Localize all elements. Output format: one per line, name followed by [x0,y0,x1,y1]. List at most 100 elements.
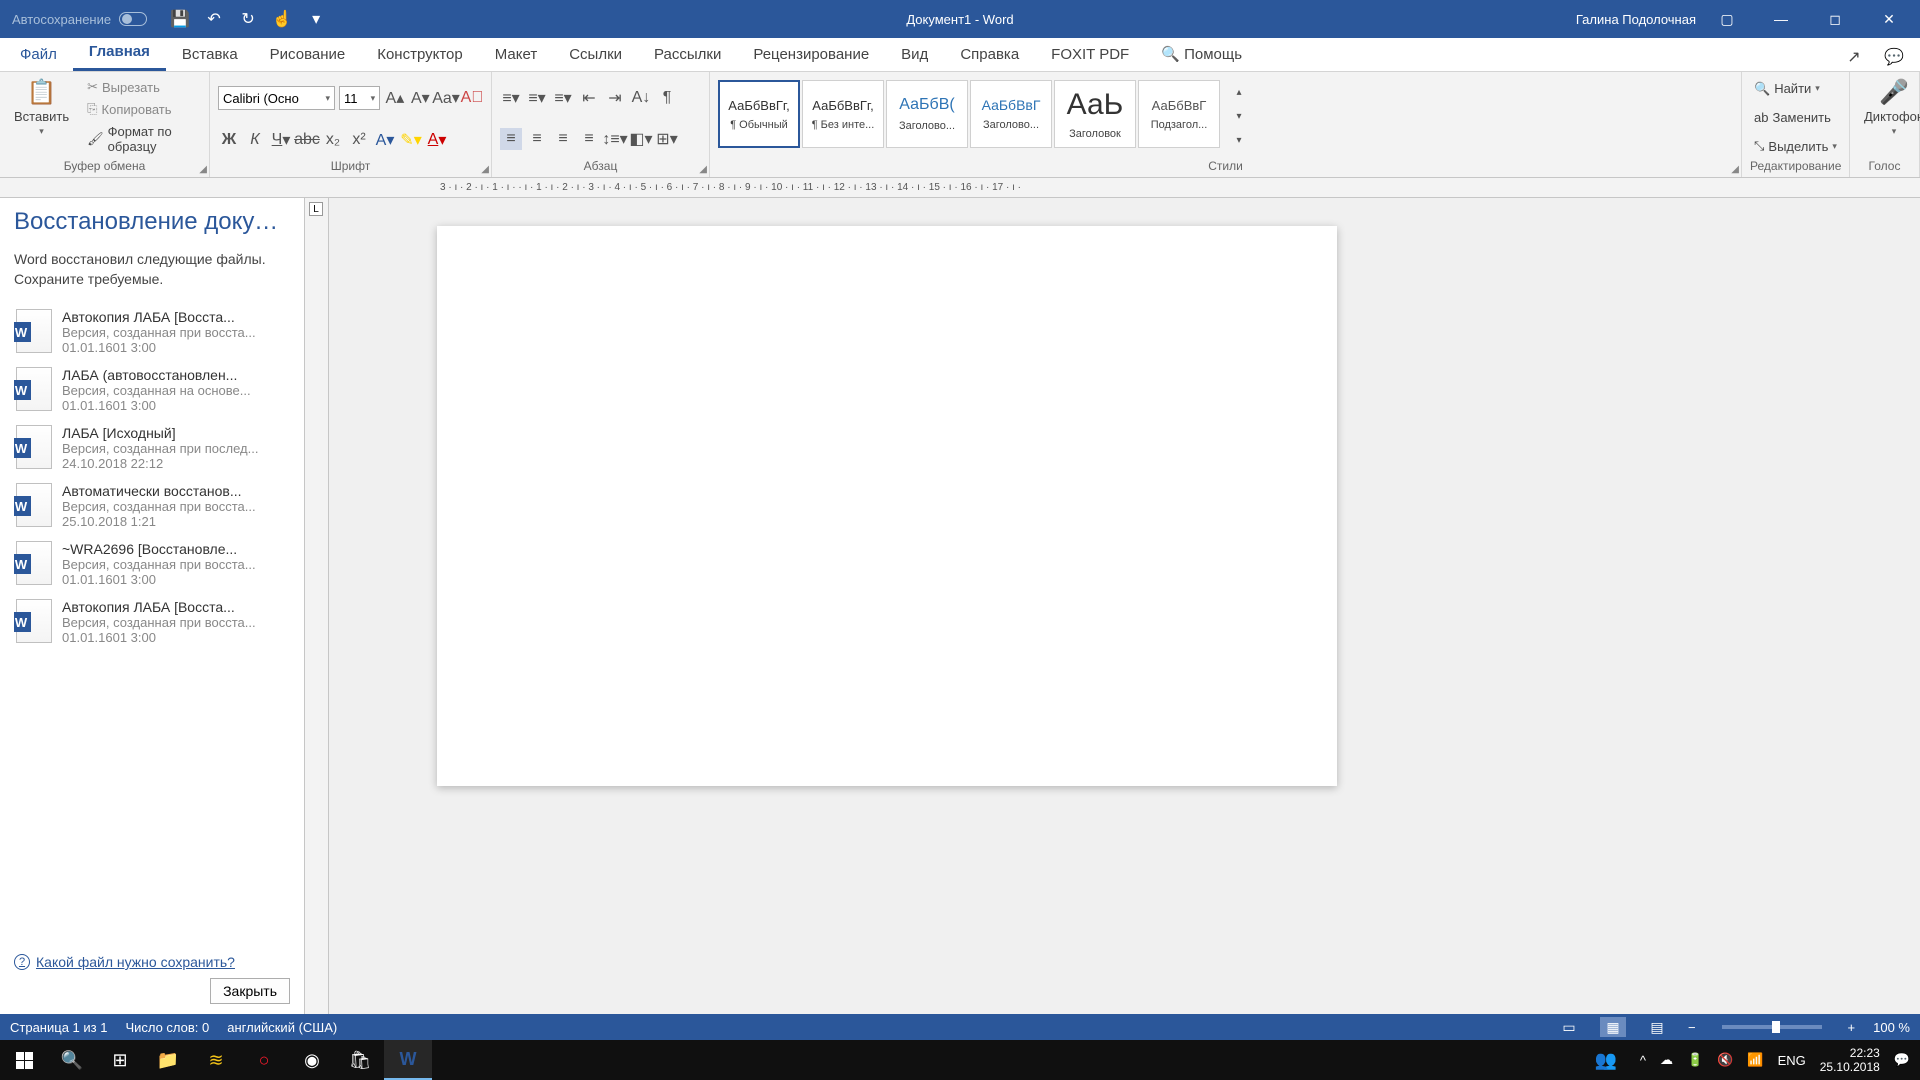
tab-stop-icon[interactable]: L [309,202,323,216]
zoom-out-icon[interactable]: − [1688,1020,1696,1035]
numbering-icon[interactable]: ≡▾ [526,87,548,109]
recovery-item[interactable]: ЛАБА [Исходный]Версия, созданная при пос… [14,419,290,477]
change-case-icon[interactable]: Aa▾ [435,87,457,109]
dialog-launcher-icon[interactable]: ◢ [199,164,207,175]
print-layout-icon[interactable]: ▦ [1600,1017,1626,1037]
superscript-icon[interactable]: x² [348,129,370,151]
font-color-icon[interactable]: A▾ [426,129,448,151]
opera-icon[interactable]: ○ [240,1040,288,1080]
style-item[interactable]: АаЬЗаголовок [1054,80,1136,148]
touch-mode-icon[interactable]: ☝ [273,10,291,28]
document-page[interactable] [437,226,1337,786]
tab-help[interactable]: Справка [944,38,1035,71]
grow-font-icon[interactable]: A▴ [384,87,405,109]
search-icon[interactable]: 🔍 [48,1040,96,1080]
task-view-icon[interactable]: ⊞ [96,1040,144,1080]
zoom-level[interactable]: 100 % [1873,1020,1910,1035]
style-item[interactable]: АаБбВ(Заголово... [886,80,968,148]
recovery-item[interactable]: ЛАБА (автовосстановлен...Версия, созданн… [14,361,290,419]
taskbar-app[interactable]: ≋ [192,1040,240,1080]
minimize-icon[interactable]: — [1758,0,1804,38]
decrease-indent-icon[interactable]: ⇤ [578,87,600,109]
dialog-launcher-icon[interactable]: ◢ [481,164,489,175]
language-indicator[interactable]: ENG [1778,1053,1806,1068]
start-button[interactable] [0,1040,48,1080]
save-icon[interactable]: 💾 [171,10,189,28]
tab-home[interactable]: Главная [73,35,166,71]
shrink-font-icon[interactable]: A▾ [410,87,431,109]
word-icon[interactable]: W [384,1040,432,1080]
zoom-in-icon[interactable]: + [1848,1020,1856,1035]
highlight-icon[interactable]: ✎▾ [400,129,422,151]
word-count[interactable]: Число слов: 0 [125,1020,209,1035]
cut-button[interactable]: ✂Вырезать [83,78,201,96]
maximize-icon[interactable]: ◻ [1812,0,1858,38]
tab-insert[interactable]: Вставка [166,38,254,71]
multilevel-list-icon[interactable]: ≡▾ [552,87,574,109]
style-item[interactable]: АаБбВвГЗаголово... [970,80,1052,148]
clear-formatting-icon[interactable]: A⃠ [461,87,483,109]
show-marks-icon[interactable]: ¶ [656,87,678,109]
wifi-icon[interactable]: 📶 [1747,1052,1763,1068]
font-name-dropdown[interactable]: Calibri (Осно▾ [218,86,335,110]
tab-design[interactable]: Конструктор [361,38,479,71]
ruler-vertical[interactable]: L [305,198,329,1014]
clock[interactable]: 22:23 25.10.2018 [1820,1046,1880,1075]
web-layout-icon[interactable]: ▤ [1644,1017,1670,1037]
justify-icon[interactable]: ≡ [578,128,600,150]
styles-scroll-down-icon[interactable]: ▾ [1228,106,1250,128]
align-center-icon[interactable]: ≡ [526,128,548,150]
tab-view[interactable]: Вид [885,38,944,71]
volume-icon[interactable]: 🔇 [1717,1052,1733,1068]
bullets-icon[interactable]: ≡▾ [500,87,522,109]
recovery-item[interactable]: Автоматически восстанов...Версия, создан… [14,477,290,535]
customize-qat-icon[interactable]: ▾ [307,10,325,28]
language-indicator[interactable]: английский (США) [227,1020,337,1035]
ribbon-display-icon[interactable]: ▢ [1704,0,1750,38]
chrome-icon[interactable]: ◉ [288,1040,336,1080]
copy-button[interactable]: ⎘Копировать [83,100,201,118]
battery-icon[interactable]: 🔋 [1687,1052,1703,1068]
ruler-horizontal[interactable]: 3 · ı · 2 · ı · 1 · ı · · ı · 1 · ı · 2 … [0,178,1920,198]
notifications-icon[interactable]: 💬 [1894,1052,1910,1068]
styles-gallery[interactable]: АаБбВвГг,¶ ОбычныйАаБбВвГг,¶ Без инте...… [718,76,1220,152]
text-effects-icon[interactable]: A▾ [374,129,396,151]
close-icon[interactable]: ✕ [1866,0,1912,38]
tab-references[interactable]: Ссылки [553,38,638,71]
replace-button[interactable]: abЗаменить [1750,109,1841,126]
style-item[interactable]: АаБбВвГПодзагол... [1138,80,1220,148]
tab-draw[interactable]: Рисование [254,38,362,71]
dialog-launcher-icon[interactable]: ◢ [1731,164,1739,175]
people-icon[interactable]: 👥 [1582,1040,1630,1080]
align-right-icon[interactable]: ≡ [552,128,574,150]
page-indicator[interactable]: Страница 1 из 1 [10,1020,107,1035]
bold-icon[interactable]: Ж [218,129,240,151]
align-left-icon[interactable]: ≡ [500,128,522,150]
dialog-launcher-icon[interactable]: ◢ [699,164,707,175]
underline-icon[interactable]: Ч▾ [270,129,292,151]
onedrive-icon[interactable]: ☁ [1660,1052,1673,1068]
line-spacing-icon[interactable]: ↕≡▾ [604,128,626,150]
comments-icon[interactable]: 💬 [1880,43,1908,71]
read-mode-icon[interactable]: ▭ [1556,1017,1582,1037]
styles-scroll-up-icon[interactable]: ▴ [1228,82,1250,104]
styles-more-icon[interactable]: ▾ [1228,130,1250,152]
undo-icon[interactable]: ↶ [205,10,223,28]
page-viewport[interactable] [329,198,1920,1014]
increase-indent-icon[interactable]: ⇥ [604,87,626,109]
sort-icon[interactable]: A↓ [630,87,652,109]
style-item[interactable]: АаБбВвГг,¶ Без инте... [802,80,884,148]
zoom-slider[interactable] [1722,1025,1822,1029]
recovery-item[interactable]: Автокопия ЛАБА [Восста...Версия, созданн… [14,593,290,651]
subscript-icon[interactable]: x₂ [322,129,344,151]
tab-layout[interactable]: Макет [479,38,553,71]
user-name[interactable]: Галина Подолочная [1576,12,1696,27]
font-size-dropdown[interactable]: 11▾ [339,86,380,110]
strikethrough-icon[interactable]: abc [296,129,318,151]
share-icon[interactable]: ↗ [1840,43,1868,71]
redo-icon[interactable]: ↻ [239,10,257,28]
style-item[interactable]: АаБбВвГг,¶ Обычный [718,80,800,148]
recovery-item[interactable]: ~WRA2696 [Восстановле...Версия, созданна… [14,535,290,593]
recovery-help-link[interactable]: ?Какой файл нужно сохранить? [14,954,290,970]
file-explorer-icon[interactable]: 📁 [144,1040,192,1080]
